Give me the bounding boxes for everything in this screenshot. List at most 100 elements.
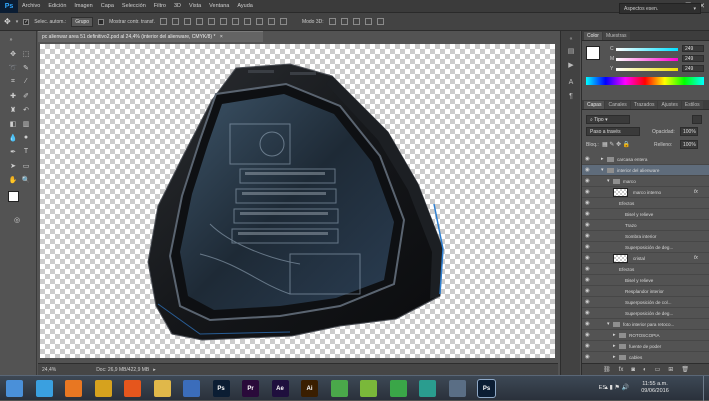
channel-slider[interactable] [616,68,678,71]
foreground-color-swatch[interactable] [8,191,19,202]
paragraph-icon[interactable]: ¶ [565,91,577,102]
visibility-eye-icon[interactable]: ◉ [585,299,593,305]
menu-seleccin[interactable]: Selección [118,3,150,9]
tab-estilos[interactable]: Estilos [681,101,703,109]
tab-color[interactable]: Color [584,32,602,40]
3d-slide-icon[interactable] [364,18,372,25]
channel-slider[interactable] [616,58,678,61]
align-center-icon[interactable] [207,18,215,25]
channel-value-input[interactable]: 249 [682,55,704,62]
hand-tool-icon[interactable]: ✋ [7,174,19,185]
visibility-eye-icon[interactable]: ◉ [585,178,593,184]
photoshop-active-icon[interactable]: Ps [477,379,496,398]
lasso-tool-icon[interactable]: ➰ [7,62,19,73]
collapse-icon[interactable]: « [565,33,577,44]
pen-tool-icon[interactable]: ✒ [7,146,19,157]
explorer-icon[interactable] [153,380,171,397]
history-icon[interactable]: ▤ [565,45,577,56]
layer-row[interactable]: ◉ Superposición de deg... [582,242,709,253]
start-icon[interactable] [6,380,23,397]
menu-archivo[interactable]: Archivo [18,3,44,9]
status-arrow-icon[interactable]: ▸ [153,367,156,373]
chevron-right-icon[interactable]: ▸ [613,343,616,349]
foreground-color-swatch[interactable] [586,46,600,60]
menu-3d[interactable]: 3D [170,3,185,9]
visibility-eye-icon[interactable]: ◉ [585,200,593,206]
layer-row[interactable]: ◉ Efectos [582,264,709,275]
zoom-tool-icon[interactable]: 🔍 [20,174,32,185]
tab-canales[interactable]: Canales [605,101,630,109]
actions-icon[interactable]: ▶ [565,59,577,70]
distribute-middle-icon[interactable] [243,18,251,25]
illustrator-icon[interactable]: Ai [301,380,318,397]
gallery-icon[interactable] [419,380,436,397]
type-tool-icon[interactable]: T [20,146,32,157]
auto-select-checkbox[interactable] [23,18,30,25]
distribute-left-icon[interactable] [267,18,275,25]
document-tab[interactable]: pc alienwar area 51 definitivo2.psd al 2… [38,31,263,42]
visibility-eye-icon[interactable]: ◉ [585,266,593,272]
collapse-icon[interactable]: » [5,34,17,45]
link-icon[interactable]: ⛓ [603,366,611,373]
tool-icon[interactable] [360,380,377,397]
layer-row[interactable]: ◉ Bisel y relieve [582,275,709,286]
fill-input[interactable]: 100% [680,140,698,149]
visibility-eye-icon[interactable]: ◉ [585,167,593,173]
visibility-eye-icon[interactable]: ◉ [585,354,593,360]
show-desktop-button[interactable] [703,376,709,401]
opacity-input[interactable]: 100% [680,127,698,136]
clock[interactable]: 11:55 a.m. 09/06/2016 [635,381,675,395]
eyedropper-tool-icon[interactable]: ⁄ [20,76,32,87]
healing-brush-icon[interactable]: ✚ [7,90,19,101]
visibility-eye-icon[interactable]: ◉ [585,244,593,250]
align-top-icon[interactable] [159,18,167,25]
move-tool-icon[interactable]: ✥ [4,17,11,26]
tab-swatches[interactable]: Muestras [602,32,630,40]
window-app-icon[interactable] [448,380,466,397]
align-left-icon[interactable] [195,18,203,25]
layer-row[interactable]: ◉ ▸ ROTOSCOPIA [582,330,709,341]
layer-row[interactable]: ◉ Resplandor interior [582,286,709,297]
channel-slider[interactable] [616,48,678,51]
layer-row[interactable]: ◉ Sombra interior [582,231,709,242]
tab-capas[interactable]: Capas [584,101,605,109]
align-middle-icon[interactable] [171,18,179,25]
document-canvas[interactable] [40,44,555,358]
lock-icons[interactable]: ▦ ✎ ✥ 🔒 [602,141,630,148]
history-brush-icon[interactable]: ↶ [20,104,32,115]
quick-mask-icon[interactable]: ◎ [11,214,23,225]
layer-row[interactable]: ◉ ▾ marco [582,176,709,187]
3d-roll-icon[interactable] [340,18,348,25]
layer-row[interactable]: ◉ cristal fx [582,253,709,264]
layer-row[interactable]: ◉ Bisel y relieve [582,209,709,220]
chevron-right-icon[interactable]: ▸ [613,354,616,360]
tab-trazados[interactable]: Trazados [630,101,658,109]
show-transform-checkbox[interactable] [98,18,105,25]
character-icon[interactable]: A [565,77,577,88]
filter-toggle[interactable] [692,115,702,124]
fx-badge[interactable]: fx [694,189,698,195]
visibility-eye-icon[interactable]: ◉ [585,189,593,195]
align-right-icon[interactable] [219,18,227,25]
layer-row[interactable]: ◉ ▸ fuente de poder [582,341,709,352]
layer-row[interactable]: ◉ marco interno fx [582,187,709,198]
dodge-tool-icon[interactable]: ● [20,132,32,143]
layer-filter-dropdown[interactable]: ⌕ Tipo ▾ [586,115,630,124]
layer-row[interactable]: ◉ Superposición de col... [582,297,709,308]
chevron-down-icon[interactable]: ▾ [601,167,604,173]
clone-stamp-icon[interactable]: ♜ [7,104,19,115]
visibility-eye-icon[interactable]: ◉ [585,233,593,239]
chevron-down-icon[interactable]: ▾ [607,178,610,184]
layer-row[interactable]: ◉ Superposición de deg... [582,308,709,319]
visibility-eye-icon[interactable]: ◉ [585,156,593,162]
firefox-icon[interactable] [124,380,141,397]
menu-vista[interactable]: Vista [185,3,205,9]
chevron-right-icon[interactable]: ▸ [613,332,616,338]
tab-ajustes[interactable]: Ajustes [658,101,681,109]
mask-icon[interactable]: ◙ [631,367,635,373]
camtasia-icon[interactable] [330,380,348,397]
close-tab-icon[interactable]: × [220,34,223,40]
layer-row[interactable]: ◉ ▾ foto interior para retoco... [582,319,709,330]
menu-ayuda[interactable]: Ayuda [233,3,257,9]
menu-imagen[interactable]: Imagen [70,3,96,9]
